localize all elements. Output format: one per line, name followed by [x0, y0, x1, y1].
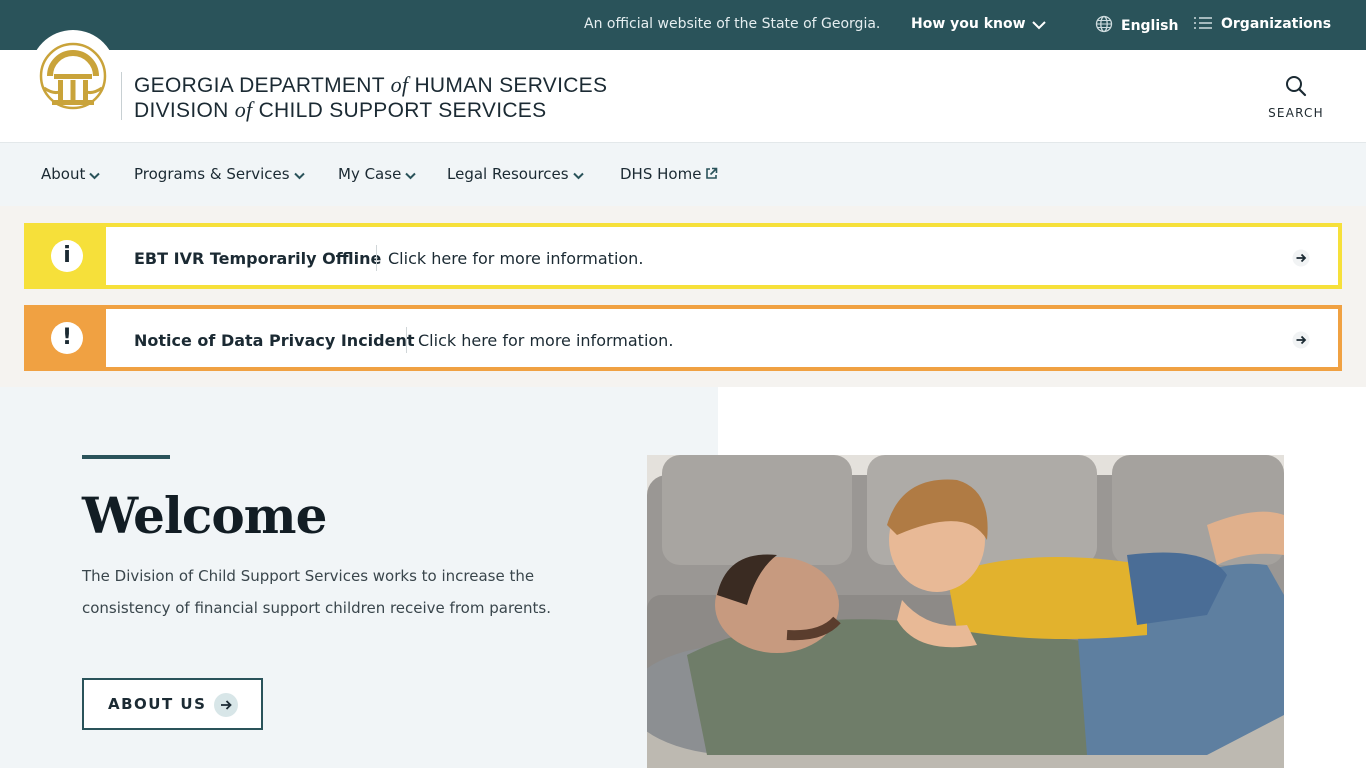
alert-separator — [376, 245, 377, 271]
nav-item-my-case[interactable]: My Case — [338, 165, 417, 183]
chevron-down-icon — [89, 172, 101, 180]
site-header: GEORGIA DEPARTMENT of HUMAN SERVICES DIV… — [0, 30, 1366, 143]
nav-item-legal-resources[interactable]: Legal Resources — [447, 165, 584, 183]
hero-photo-father-and-child — [647, 455, 1284, 768]
main-navigation: About Programs & Services My Case Legal … — [0, 143, 1366, 206]
language-selector[interactable]: English — [1095, 15, 1178, 34]
about-us-label: ABOUT US — [108, 695, 207, 713]
hero-description: The Division of Child Support Services w… — [82, 567, 551, 617]
state-seal-icon — [39, 42, 107, 110]
organizations-label: Organizations — [1221, 16, 1332, 32]
nav-item-programs-services[interactable]: Programs & Services — [134, 165, 305, 183]
agency-title-line2: DIVISION of CHILD SUPPORT SERVICES — [134, 97, 547, 123]
external-link-icon — [706, 167, 718, 179]
agency-title[interactable]: GEORGIA DEPARTMENT of HUMAN SERVICES DIV… — [134, 73, 607, 123]
how-you-know-label: How you know — [911, 16, 1026, 32]
alert-more-link[interactable]: Click here for more information. — [418, 331, 673, 350]
how-you-know-toggle[interactable]: How you know — [911, 16, 1046, 32]
info-icon: i — [51, 240, 83, 272]
alert-headline: Notice of Data Privacy Incident — [134, 331, 415, 350]
arrow-right-icon — [221, 700, 232, 710]
list-icon — [1194, 17, 1212, 29]
arrow-circle — [214, 693, 238, 717]
search-icon — [1286, 76, 1307, 97]
official-banner: An official website of the State of Geor… — [0, 0, 1366, 50]
hero-title: Welcome — [82, 486, 327, 545]
agency-title-line1: GEORGIA DEPARTMENT of HUMAN SERVICES — [134, 72, 608, 98]
search-button[interactable]: SEARCH — [1266, 74, 1326, 120]
arrow-right-icon — [1292, 249, 1310, 267]
arrow-right-icon — [1292, 331, 1310, 349]
alert-more-link[interactable]: Click here for more information. — [388, 249, 643, 268]
chevron-down-icon — [572, 172, 584, 180]
globe-icon — [1095, 15, 1113, 33]
search-label: SEARCH — [1268, 106, 1324, 120]
language-label: English — [1121, 18, 1179, 34]
alert-data-privacy-incident[interactable]: ! Notice of Data Privacy Incident Click … — [24, 305, 1342, 371]
hero-photo-illustration — [647, 455, 1284, 768]
alert-ebt-ivr-offline[interactable]: i EBT IVR Temporarily Offline Click here… — [24, 223, 1342, 289]
alert-separator — [406, 327, 407, 353]
official-website-text: An official website of the State of Geor… — [584, 16, 881, 32]
nav-item-dhs-home[interactable]: DHS Home — [620, 165, 718, 183]
alert-band: i — [24, 223, 106, 289]
about-us-button[interactable]: ABOUT US — [82, 678, 263, 730]
chevron-down-icon — [405, 172, 417, 180]
chevron-down-icon — [293, 172, 305, 180]
alert-band: ! — [24, 305, 106, 371]
chevron-down-icon — [1031, 21, 1046, 30]
warning-icon: ! — [51, 322, 83, 354]
nav-item-about[interactable]: About — [41, 165, 101, 183]
georgia-seal-logo[interactable] — [30, 30, 116, 116]
title-divider — [121, 72, 122, 120]
alert-headline: EBT IVR Temporarily Offline — [134, 249, 382, 268]
organizations-menu[interactable]: Organizations — [1193, 15, 1331, 32]
hero-accent-line — [82, 455, 170, 459]
